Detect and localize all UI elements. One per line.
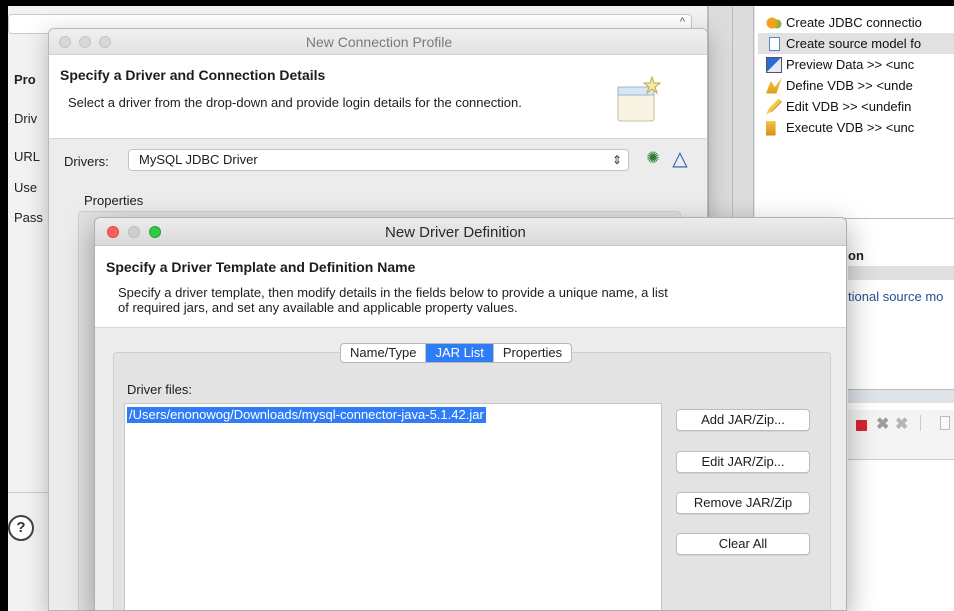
drivers-select[interactable]: MySQL JDBC Driver ⇕ — [128, 149, 629, 171]
action-edit-vdb[interactable]: Edit VDB >> <undefin — [766, 96, 954, 117]
wizard-banner-icon — [615, 75, 662, 125]
edit-vdb-icon — [766, 98, 782, 115]
question-icon[interactable]: ? — [8, 515, 34, 541]
header-description: Select a driver from the drop-down and p… — [68, 95, 522, 110]
tab-properties[interactable]: Properties — [494, 344, 571, 362]
remove-all-icon[interactable]: ✖ — [895, 414, 908, 434]
edit-driver-icon[interactable]: △ — [669, 148, 691, 170]
driver-files-label: Driver files: — [127, 382, 193, 397]
header-description-line: of required jars, and set any available … — [118, 300, 518, 315]
screen-edge — [0, 0, 8, 611]
document-icon[interactable] — [940, 416, 950, 430]
driver-definition-dialog: New Driver Definition Specify a Driver T… — [94, 217, 847, 611]
edit-jar-button[interactable]: Edit JAR/Zip... — [676, 451, 810, 473]
driver-files-list[interactable]: /Users/enonowog/Downloads/mysql-connecto… — [124, 403, 662, 610]
define-vdb-icon — [766, 77, 782, 94]
side-label-url: URL — [14, 149, 41, 164]
description-link[interactable]: tional source mo — [848, 289, 943, 304]
action-list: Create JDBC connectio Create source mode… — [758, 12, 954, 138]
action-create-source-model[interactable]: Create source model fo — [758, 33, 954, 54]
header-title: Specify a Driver Template and Definition… — [106, 259, 416, 275]
dialog-title: New Connection Profile — [305, 34, 453, 50]
section-bar — [848, 266, 954, 280]
jdbc-connection-icon — [766, 14, 782, 31]
drivers-label: Drivers: — [64, 154, 109, 169]
side-label-driver: Driv — [14, 111, 38, 126]
source-model-icon — [769, 36, 780, 51]
toolbar-separator — [920, 415, 921, 431]
action-label: Execute VDB >> <unc — [786, 120, 915, 135]
action-label: Preview Data >> <unc — [786, 57, 915, 72]
clear-all-button[interactable]: Clear All — [676, 533, 810, 555]
action-label: Create source model fo — [786, 36, 922, 51]
screen-edge — [0, 0, 954, 6]
properties-label: Properties — [84, 193, 144, 208]
side-label-password: Pass — [14, 210, 43, 225]
dialog-titlebar[interactable]: New Connection Profile — [49, 29, 707, 55]
remove-jar-button[interactable]: Remove JAR/Zip — [676, 492, 810, 514]
action-label: Create JDBC connectio — [786, 15, 922, 30]
header-title: Specify a Driver and Connection Details — [60, 67, 326, 83]
action-execute-vdb[interactable]: Execute VDB >> <unc — [766, 117, 954, 138]
remove-icon[interactable]: ✖ — [876, 414, 889, 434]
preview-data-icon — [766, 56, 782, 73]
updown-arrows-icon: ⇕ — [611, 153, 622, 167]
action-label: Edit VDB >> <undefin — [786, 99, 912, 114]
action-label: Define VDB >> <unde — [786, 78, 913, 93]
drivers-selected-value: MySQL JDBC Driver — [139, 152, 258, 167]
dialog-titlebar[interactable]: New Driver Definition — [95, 218, 846, 246]
action-preview-data[interactable]: Preview Data >> <unc — [766, 54, 954, 75]
side-label-user: Use — [14, 180, 38, 195]
tab-name-type[interactable]: Name/Type — [341, 344, 427, 362]
new-driver-icon[interactable]: ✺ — [642, 148, 664, 170]
tab-strip — [848, 389, 954, 403]
action-define-vdb[interactable]: Define VDB >> <unde — [766, 75, 954, 96]
add-jar-button[interactable]: Add JAR/Zip... — [676, 409, 810, 431]
execute-vdb-icon — [766, 121, 776, 136]
tab-bar: Name/Type JAR List Properties — [340, 343, 573, 363]
chevron-up-icon: ^ — [679, 16, 685, 28]
divider — [8, 492, 48, 493]
section-title: on — [848, 248, 864, 263]
tab-jar-list[interactable]: JAR List — [426, 344, 494, 362]
action-create-jdbc-connection[interactable]: Create JDBC connectio — [766, 12, 954, 33]
header-description: Specify a driver template, then modify d… — [118, 285, 758, 315]
header-description-line: Specify a driver template, then modify d… — [118, 285, 668, 300]
dialog-title: New Driver Definition — [385, 224, 526, 241]
list-item[interactable]: /Users/enonowog/Downloads/mysql-connecto… — [127, 407, 486, 423]
side-label-profile: Pro — [14, 72, 36, 87]
stop-icon[interactable] — [856, 420, 867, 431]
